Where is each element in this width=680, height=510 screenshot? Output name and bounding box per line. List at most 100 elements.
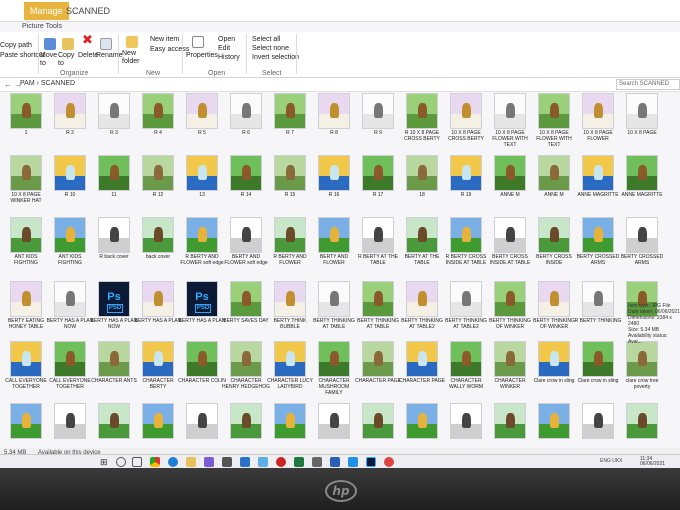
thumbnail-figure [461, 290, 471, 306]
select-all-button[interactable]: Select all [252, 36, 280, 44]
breadcrumb[interactable]: PAM › SCANNED [20, 80, 75, 87]
file-name: R 6 [242, 130, 250, 136]
thumbnail-figure [637, 102, 647, 118]
region-indicator[interactable]: UKX [612, 458, 622, 464]
app-icon[interactable] [348, 457, 358, 467]
group-select-label: Select [262, 70, 282, 77]
divider [118, 34, 119, 74]
excel-icon[interactable] [294, 457, 304, 467]
file-thumbnail [10, 281, 42, 317]
media-icon[interactable] [276, 457, 286, 467]
file-name: CALL EVERYONE TOGETHER [49, 378, 91, 390]
group-open-label: Open [208, 70, 226, 77]
system-tray[interactable]: ENG UKX [600, 458, 623, 464]
thumbnail-figure [197, 226, 207, 242]
properties-button[interactable]: Properties [186, 52, 218, 60]
new-folder-icon [126, 36, 138, 48]
file-name: 10 X 8 PAGE FLOWER [583, 130, 613, 142]
file-name: R BERTY AND FLOWER [273, 254, 307, 266]
thumbnail-figure [417, 226, 427, 242]
file-thumbnail [186, 155, 218, 191]
edit-button[interactable]: Edit [218, 45, 230, 53]
thumbnail-figure [241, 350, 251, 366]
app-icon[interactable] [312, 457, 322, 467]
file-name: ANT KIDS FIGHTING [14, 254, 38, 266]
file-name: ANNE MAGRITTE [577, 192, 619, 198]
details-pane: Item type: JPG File Date taken: 06/06/20… [628, 303, 680, 355]
move-to-button[interactable]: Move to [40, 52, 60, 68]
file-name: BERTY THINKING AT TABLE2 [445, 318, 487, 330]
easy-access-button[interactable]: Easy access [150, 46, 189, 54]
file-thumbnail [186, 93, 218, 129]
thumbnail-figure [549, 164, 559, 180]
file-thumbnail [406, 155, 438, 191]
file-name: ANT KIDS FIGHTING [58, 254, 82, 266]
file-thumbnail [230, 403, 262, 439]
photoshop-file-icon: Ps PSD [99, 282, 129, 316]
file-thumbnail [10, 155, 42, 191]
delete-icon: ✖ [82, 32, 93, 47]
file-name: CHARACTER LUCY LADYBIRD [267, 378, 313, 390]
thumbnail-figure [109, 412, 119, 428]
photoshop-file-icon: Ps PSD [187, 282, 217, 316]
file-thumbnail [274, 341, 306, 377]
thumbnail-figure [593, 290, 603, 306]
file-name: 18 [419, 192, 425, 198]
file-thumbnail [10, 403, 42, 439]
thumbnail-figure [505, 226, 515, 242]
thumbnail-figure [505, 412, 515, 428]
edge-icon[interactable] [168, 457, 178, 467]
file-name: BERTY THINKING AT TABLE2 [401, 318, 443, 330]
open-button[interactable]: Open [218, 36, 235, 44]
thumbnail-figure [461, 412, 471, 428]
photoshop-icon[interactable] [366, 457, 376, 467]
select-none-button[interactable]: Select none [252, 45, 289, 53]
word-icon[interactable] [330, 457, 340, 467]
file-thumbnail [362, 281, 394, 317]
file-thumbnail [406, 93, 438, 129]
file-name: 10 X 8 PAGE WINKER HAT [10, 192, 42, 204]
file-thumbnail [54, 403, 86, 439]
thumbnail-figure [109, 350, 119, 366]
language-indicator[interactable]: ENG [600, 458, 611, 464]
file-thumbnail [538, 217, 570, 253]
file-thumbnail [494, 403, 526, 439]
security-icon[interactable] [384, 457, 394, 467]
thumbnail-figure [593, 412, 603, 428]
file-thumbnail [142, 217, 174, 253]
thumbnail-figure [461, 164, 471, 180]
file-thumbnail [98, 341, 130, 377]
thumbnail-figure [637, 412, 647, 428]
task-view-icon[interactable] [132, 457, 142, 467]
new-item-button[interactable]: New item [150, 36, 179, 44]
new-folder-button[interactable]: New folder [122, 50, 144, 66]
chrome-icon[interactable] [150, 457, 160, 467]
file-thumbnail [494, 341, 526, 377]
clock[interactable]: 11:34 06/06/2021 [640, 457, 665, 467]
search-input[interactable]: Search SCANNED [616, 79, 680, 90]
thumbnail-figure [285, 102, 295, 118]
start-icon[interactable]: ⊞ [100, 457, 110, 467]
file-thumbnail [274, 155, 306, 191]
file-thumbnail [494, 217, 526, 253]
file-thumbnail [626, 403, 658, 439]
file-thumbnail [274, 93, 306, 129]
copy-path-button[interactable]: Copy path [0, 42, 32, 50]
mail-icon[interactable] [240, 457, 250, 467]
divider [182, 34, 183, 74]
file-explorer-icon[interactable] [186, 457, 196, 467]
thumbnail-figure [417, 290, 427, 306]
invert-selection-button[interactable]: Invert selection [252, 54, 299, 62]
address-bar[interactable]: ← → PAM › SCANNED Search SCANNED [0, 78, 680, 92]
history-button[interactable]: History [218, 54, 240, 62]
store-icon[interactable] [204, 457, 214, 467]
picture-tools-label: Picture Tools [22, 23, 62, 30]
app-icon[interactable] [222, 457, 232, 467]
thumbnail-figure [549, 226, 559, 242]
thumbnail-figure [153, 164, 163, 180]
file-thumbnail [54, 341, 86, 377]
photos-icon[interactable] [258, 457, 268, 467]
search-icon[interactable] [116, 457, 126, 467]
copy-to-button[interactable]: Copy to [58, 52, 78, 68]
file-thumbnail [98, 217, 130, 253]
